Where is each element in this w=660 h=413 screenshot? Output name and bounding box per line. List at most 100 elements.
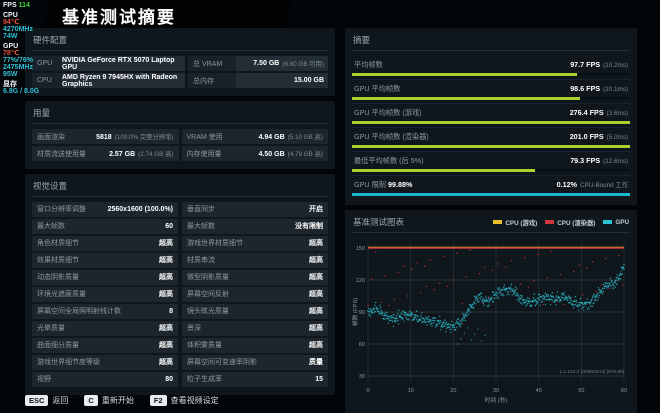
osd-text: 77%/76% xyxy=(3,57,33,64)
setting-row: 粒子生成率 15 xyxy=(182,372,328,387)
usage-rows: 画面渲染 5818 (100.0% 完整分辨率) VRAM 使用 4.94 GB (5.1… xyxy=(32,129,328,161)
usage-value: 5818 xyxy=(96,134,112,141)
svg-text:20: 20 xyxy=(450,388,456,394)
hotkey-esc[interactable]: ESC 返回 xyxy=(25,395,68,406)
value-text: 7.50 GB xyxy=(253,60,280,67)
summary-bar-track xyxy=(352,73,630,76)
summary-bar-fill xyxy=(352,169,536,172)
svg-text:50: 50 xyxy=(578,388,584,394)
usage-cell: 材质流送使用量 2.57 GB (2.74 GB 高) xyxy=(32,146,179,161)
setting-label: 窗口分辨率调整 xyxy=(37,206,86,214)
summary-label: 平均帧数 xyxy=(354,60,383,69)
setting-row: 动态阴影质量 超高 xyxy=(32,270,178,285)
usage-cell: VRAM 使用 4.94 GB (5.10 GB 高) xyxy=(181,129,328,144)
right-column: 摘要 平均帧数 97.7 FPS (10.2ms) GPU 平均帧数 98.6 FPS(… xyxy=(345,28,637,413)
setting-row: 微型阴影质量 超高 xyxy=(182,270,328,285)
summary-value: 201.0 FPS xyxy=(569,132,604,141)
usage-note: (5.10 GB 高) xyxy=(287,134,323,141)
usage-label: 材质流送使用量 xyxy=(37,150,86,158)
usage-card: 用量 画面渲染 5818 (100.0% 完整分辨率) VRAM 使用 4.94 GB(… xyxy=(25,101,335,169)
setting-row: 材质串流 超高 xyxy=(182,253,328,268)
svg-text:40: 40 xyxy=(536,388,542,394)
setting-value: 2560x1600 (100.0%) xyxy=(107,205,173,213)
summary-row-line: 最低平均帧数 (后 5%) 79.3 FPS (12.6ms) xyxy=(352,155,630,169)
osd-text: 74W xyxy=(3,33,18,40)
setting-row: 垂直同步 开启 xyxy=(182,202,328,217)
osd-text: 6.8G / 8.0G xyxy=(3,88,40,95)
hardware-row-value: AMD Ryzen 9 7945HX with Radeon Graphics xyxy=(62,73,185,88)
osd-line: 78℃ xyxy=(3,50,39,57)
chart-legend: CPU (游戏) CPU (渲染器) GPU xyxy=(493,218,629,227)
osd-text: 114 xyxy=(18,2,30,9)
summary-value-wrap: 276.4 FPS (3.6ms) xyxy=(570,108,628,117)
summary-label: GPU 限制 xyxy=(354,180,388,189)
legend-label: CPU (渲染器) xyxy=(557,219,596,227)
svg-text:30: 30 xyxy=(493,388,499,394)
osd-line: 4270MHz xyxy=(3,26,39,33)
hardware-rows: GPU NVIDIA GeForce RTX 5070 Laptop GPU 总 V… xyxy=(32,56,328,88)
osd-text: FPS xyxy=(3,2,19,9)
hotkey-label: 重新开始 xyxy=(101,396,134,405)
osd-line: 2475MHz xyxy=(3,64,39,71)
usage-value: 4.50 GB xyxy=(258,151,285,158)
summary-bar-track xyxy=(352,121,630,124)
setting-value: 超高 xyxy=(309,308,323,316)
setting-label: 粒子生成率 xyxy=(187,376,222,384)
usage-label: VRAM 使用 xyxy=(186,133,223,141)
svg-text:60: 60 xyxy=(621,388,627,394)
summary-row-line: GPU 限制 99.88% 0.12% CPU-Bound 工作 xyxy=(352,179,630,193)
osd-text: 4270MHz xyxy=(3,26,33,33)
chart-card: 基准测试图表 CPU (游戏) CPU (渲染器) GPU 0 10 20 30 40 50 6… xyxy=(345,210,637,413)
setting-value: 超高 xyxy=(309,342,323,350)
setting-value: 超高 xyxy=(159,342,173,350)
usage-row: 材质流送使用量 2.57 GB (2.74 GB 高) 内存使用量 4.50 GB (4.… xyxy=(32,146,328,161)
setting-label: 角色材质细节 xyxy=(37,240,79,248)
summary-row: 平均帧数 97.7 FPS (10.2ms) xyxy=(352,56,630,76)
svg-text:90: 90 xyxy=(359,310,365,316)
hotkey-f2[interactable]: F2 查看视频设定 xyxy=(149,395,219,406)
setting-row: 最大帧数 没有限制 xyxy=(182,219,328,234)
osd-line: 77%/76% xyxy=(3,57,39,64)
legend-label: GPU xyxy=(615,218,629,226)
setting-row: 体积雾质量 超高 xyxy=(182,338,328,353)
summary-row: GPU 平均帧数 (渲染器) 201.0 FPS (5.0ms) xyxy=(352,127,630,148)
summary-bar-fill xyxy=(352,97,580,100)
summary-note: (10.2ms) xyxy=(603,62,628,69)
setting-row: 景深 超高 xyxy=(182,321,328,336)
summary-bar-track xyxy=(352,169,630,172)
summary-label: GPU 平均帧数 (渲染器) xyxy=(354,132,429,141)
value-note: (6.80 GB 可用) xyxy=(282,61,324,68)
setting-label: 光晕质量 xyxy=(37,325,65,333)
setting-label: 最大帧数 xyxy=(187,223,215,231)
osd-text: GPU xyxy=(3,43,19,50)
summary-label-wrap: GPU 平均帧数 xyxy=(354,84,400,94)
chart-section-title: 基准测试图表 xyxy=(353,217,405,227)
summary-label-wrap: GPU 平均帧数 (游戏) xyxy=(354,108,421,118)
setting-label: 最大帧数 xyxy=(37,223,65,231)
setting-row: 角色材质细节 超高 xyxy=(32,236,178,251)
setting-label: 微型阴影质量 xyxy=(187,274,229,282)
setting-row: 屏幕空间反射 超高 xyxy=(182,287,328,302)
svg-text:帧数 (FPS): 帧数 (FPS) xyxy=(352,298,359,326)
setting-row: 光晕质量 超高 xyxy=(32,321,178,336)
summary-card: 摘要 平均帧数 97.7 FPS (10.2ms) GPU 平均帧数 98.6 FPS(… xyxy=(345,28,637,205)
setting-label: 屏幕空间可变速率阴影 xyxy=(187,359,257,367)
setting-label: 游戏世界细节度等级 xyxy=(37,359,100,367)
hardware-section-title: 硬件配置 xyxy=(32,33,328,51)
setting-row: 游戏世界细节度等级 超高 xyxy=(32,355,178,370)
visual-settings-section-title: 视觉设置 xyxy=(32,179,328,197)
svg-text:120: 120 xyxy=(356,278,365,284)
setting-value: 质量 xyxy=(309,359,323,367)
svg-text:60: 60 xyxy=(359,342,365,348)
svg-text:0: 0 xyxy=(366,388,369,394)
hotkey-c[interactable]: C 重新开始 xyxy=(84,395,134,406)
setting-value: 超高 xyxy=(309,325,323,333)
legend-swatch-icon xyxy=(493,220,503,224)
summary-bar-fill xyxy=(352,73,578,76)
setting-value: 15 xyxy=(315,375,323,383)
benchmark-summary-screen: 基准测试摘要 FPS 114 CPU 94℃ 4270MHz 74W GPU 78℃ 77%/… xyxy=(0,0,660,413)
performance-osd: FPS 114 CPU 94℃ 4270MHz 74W GPU 78℃ 77%/76% 2475… xyxy=(3,2,39,95)
usage-value-wrap: 5818 (100.0% 完整分辨率) xyxy=(96,132,173,141)
summary-note: (5.0ms) xyxy=(606,134,628,141)
legend-item: CPU (渲染器) xyxy=(545,218,595,227)
